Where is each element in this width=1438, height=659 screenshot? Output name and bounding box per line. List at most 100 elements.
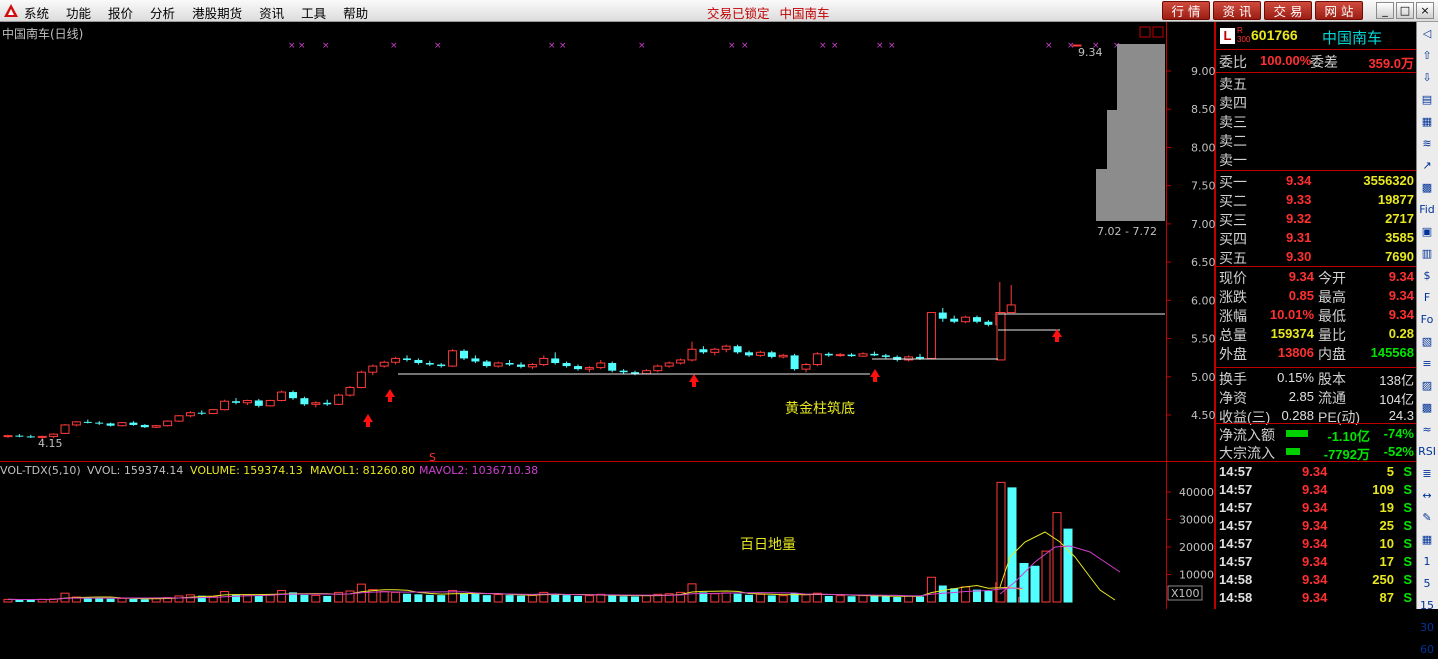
- toolbar-icon[interactable]: ▦: [1418, 113, 1436, 131]
- info-marker[interactable]: ×: [548, 41, 556, 51]
- window-controls: _ □ ×: [1376, 2, 1436, 19]
- candle-body: [608, 363, 617, 371]
- info-marker[interactable]: ×: [288, 41, 296, 51]
- volume-bar: [1030, 565, 1040, 603]
- candle-body: [334, 394, 344, 405]
- toolbar-icon[interactable]: Fo: [1418, 311, 1436, 329]
- toolbar-icon[interactable]: ▨: [1418, 377, 1436, 395]
- toolbar-icon[interactable]: ≈: [1418, 421, 1436, 439]
- info-marker[interactable]: ×: [728, 41, 736, 51]
- volume-bar: [733, 593, 742, 602]
- toolbar-icon[interactable]: ↔: [1418, 487, 1436, 505]
- stat-value: 0.85: [1288, 288, 1314, 303]
- toolbar-icon[interactable]: ▦: [1418, 531, 1436, 549]
- maximize-icon[interactable]: □: [1396, 2, 1414, 19]
- top-button[interactable]: 行 情: [1162, 1, 1210, 20]
- volume-bar: [185, 594, 195, 603]
- info-marker[interactable]: ×: [390, 41, 398, 51]
- info-marker[interactable]: ×: [819, 41, 827, 51]
- menu-item[interactable]: 功能: [66, 3, 91, 22]
- volume-bar: [437, 595, 446, 602]
- toolbar-icon[interactable]: 60: [1418, 641, 1436, 659]
- toolbar-icon[interactable]: 15: [1418, 597, 1436, 615]
- toolbar-icon[interactable]: F: [1418, 289, 1436, 307]
- candle-body: [163, 420, 173, 427]
- info-marker[interactable]: ×: [638, 41, 646, 51]
- range-label: 7.02 - 7.72: [1097, 225, 1157, 238]
- menu-item[interactable]: 帮助: [343, 3, 368, 22]
- toolbar-icon[interactable]: 1: [1418, 553, 1436, 571]
- info-marker[interactable]: ×: [888, 41, 896, 51]
- candle-body: [493, 362, 503, 367]
- event-marker[interactable]: S: [429, 451, 436, 462]
- candle-body: [996, 312, 1006, 361]
- toolbar-icon[interactable]: ▧: [1418, 333, 1436, 351]
- volume-bar: [1063, 528, 1073, 603]
- fund-label: 收益(三): [1219, 409, 1271, 425]
- toolbar-icon[interactable]: ▥: [1418, 245, 1436, 263]
- toolbar-icon[interactable]: ▩: [1418, 399, 1436, 417]
- toolbar-icon[interactable]: $: [1418, 267, 1436, 285]
- stock-code: 601766: [1251, 27, 1298, 43]
- info-marker[interactable]: ×: [298, 41, 306, 51]
- menu-item[interactable]: 港股期货: [192, 3, 242, 22]
- tick-volume: 17: [1379, 554, 1394, 569]
- candle-body: [755, 351, 765, 356]
- status-text: 中国南车: [779, 6, 830, 21]
- top-button[interactable]: 交 易: [1264, 1, 1312, 20]
- buy-label: 买四: [1219, 231, 1247, 247]
- close-icon[interactable]: ×: [1416, 2, 1434, 19]
- toolbar-icon[interactable]: RSI: [1418, 443, 1436, 461]
- volume-bar: [904, 595, 914, 603]
- top-button[interactable]: 资 讯: [1213, 1, 1261, 20]
- minimize-icon[interactable]: _: [1376, 2, 1394, 19]
- volume-bar: [254, 595, 263, 602]
- price-tick: 5.00: [1191, 371, 1215, 384]
- toolbar-icon[interactable]: ▣: [1418, 223, 1436, 241]
- toolbar-icon[interactable]: ↗: [1418, 157, 1436, 175]
- tick-time: 14:57: [1219, 482, 1253, 497]
- toolbar-icon[interactable]: ▩: [1418, 179, 1436, 197]
- candle-body: [300, 398, 309, 405]
- menu-item[interactable]: 系统: [24, 3, 49, 22]
- top-button[interactable]: 网 站: [1315, 1, 1363, 20]
- info-marker[interactable]: ×: [876, 41, 884, 51]
- toolbar-icon[interactable]: ≡: [1418, 355, 1436, 373]
- toolbar-icon[interactable]: 5: [1418, 575, 1436, 593]
- toolbar-icon[interactable]: ▤: [1418, 91, 1436, 109]
- toolbar-icon[interactable]: ⇧: [1418, 47, 1436, 65]
- tick-side: S: [1403, 590, 1412, 605]
- volume-bar: [117, 597, 127, 603]
- candle-body: [767, 352, 776, 357]
- toolbar-icon[interactable]: Fid: [1418, 201, 1436, 219]
- volume-bar: [277, 589, 287, 603]
- menu-item[interactable]: 工具: [301, 3, 326, 22]
- candlestick-chart[interactable]: 中国南车(日线) × × × × × × × × × × × × × × × × × × 9.34 7.02 - …: [0, 22, 1167, 462]
- menu-item[interactable]: 报价: [108, 3, 133, 22]
- volume-chart[interactable]: VOL-TDX(5,10) VVOL: 159374.14 VOLUME: 15…: [0, 462, 1167, 609]
- low-price-label: 4.15: [38, 437, 63, 450]
- stat-label: 内盘: [1318, 346, 1346, 362]
- volume-bar: [129, 598, 138, 602]
- info-marker[interactable]: ×: [559, 41, 567, 51]
- vol-indicator-name[interactable]: VOL-TDX(5,10): [0, 464, 81, 477]
- info-marker[interactable]: ×: [831, 41, 839, 51]
- toolbar-icon[interactable]: ✎: [1418, 509, 1436, 527]
- toolbar-icon[interactable]: ≣: [1418, 465, 1436, 483]
- toolbar-icon[interactable]: ◁: [1418, 25, 1436, 43]
- flow-label: 大宗流入: [1219, 445, 1275, 461]
- info-marker[interactable]: ×: [322, 41, 330, 51]
- toolbar-icon[interactable]: ⇩: [1418, 69, 1436, 87]
- info-marker[interactable]: ×: [434, 41, 442, 51]
- info-marker[interactable]: ×: [741, 41, 749, 51]
- menu-item[interactable]: 分析: [150, 3, 175, 22]
- candle-body: [15, 435, 24, 437]
- candle-body: [733, 346, 742, 353]
- menu-item[interactable]: 资讯: [259, 3, 284, 22]
- tick-price: 9.34: [1302, 554, 1328, 569]
- toolbar-icon[interactable]: ≋: [1418, 135, 1436, 153]
- toolbar-icon[interactable]: 30: [1418, 619, 1436, 637]
- sell-label: 卖二: [1219, 133, 1247, 149]
- price-tick: 9.00: [1191, 65, 1215, 78]
- info-marker[interactable]: ×: [1045, 41, 1053, 51]
